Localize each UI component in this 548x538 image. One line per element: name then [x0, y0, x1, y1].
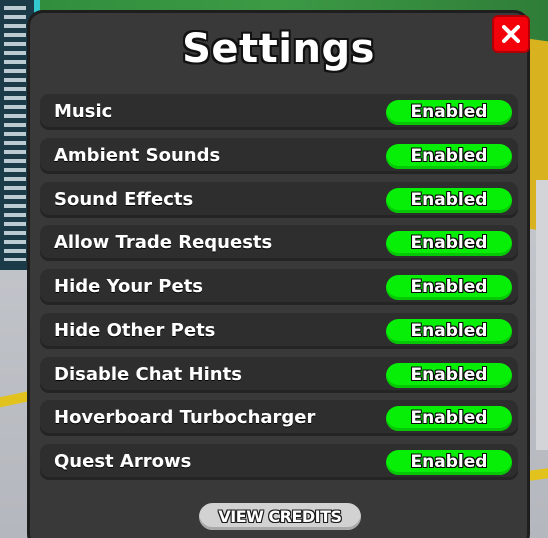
setting-label: Disable Chat Hints — [54, 363, 242, 385]
setting-label: Sound Effects — [54, 188, 194, 210]
close-x-icon — [502, 25, 520, 43]
sound-effects-toggle[interactable]: Enabled — [386, 187, 512, 213]
music-toggle[interactable]: Enabled — [386, 100, 512, 125]
setting-label: Music — [54, 101, 113, 122]
setting-label: Quest Arrows — [54, 451, 192, 472]
setting-label: Hide Other Pets — [54, 319, 216, 341]
quest-arrows-toggle[interactable]: Enabled — [386, 450, 512, 475]
allow-trade-requests-toggle[interactable]: Enabled — [386, 231, 512, 257]
hoverboard-turbocharger-toggle[interactable]: Enabled — [386, 406, 512, 432]
setting-row-allow-trade-requests: Allow Trade Requests Enabled — [40, 225, 518, 262]
background-pillar — [536, 180, 548, 450]
settings-list: Music Enabled Ambient Sounds Enabled Sou… — [40, 94, 518, 488]
close-button[interactable] — [492, 15, 530, 53]
hide-other-pets-toggle[interactable]: Enabled — [386, 318, 512, 344]
settings-panel: Settings Music Enabled Ambient Sounds En… — [27, 10, 530, 538]
view-credits-button[interactable]: VIEW CREDITS — [199, 503, 361, 530]
setting-row-quest-arrows: Quest Arrows Enabled — [40, 444, 518, 480]
disable-chat-hints-toggle[interactable]: Enabled — [386, 362, 512, 388]
setting-row-music: Music Enabled — [40, 94, 518, 130]
setting-row-hide-other-pets: Hide Other Pets Enabled — [40, 312, 518, 349]
ambient-sounds-toggle[interactable]: Enabled — [386, 143, 512, 169]
hide-your-pets-toggle[interactable]: Enabled — [386, 275, 512, 300]
setting-row-hoverboard-turbocharger: Hoverboard Turbocharger Enabled — [40, 400, 518, 437]
setting-label: Allow Trade Requests — [54, 232, 273, 254]
setting-label: Hide Your Pets — [54, 276, 204, 297]
panel-title: Settings — [182, 26, 375, 72]
setting-row-sound-effects: Sound Effects Enabled — [40, 181, 518, 218]
setting-label: Ambient Sounds — [54, 144, 221, 166]
setting-row-ambient-sounds: Ambient Sounds Enabled — [40, 137, 518, 174]
setting-row-hide-your-pets: Hide Your Pets Enabled — [40, 269, 518, 305]
setting-row-disable-chat-hints: Disable Chat Hints Enabled — [40, 356, 518, 393]
setting-label: Hoverboard Turbocharger — [54, 407, 316, 429]
